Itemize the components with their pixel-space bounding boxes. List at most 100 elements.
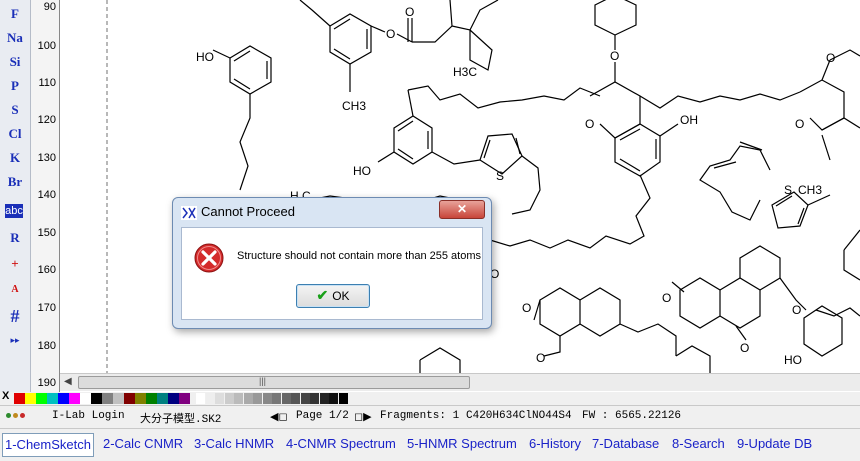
- label-s1: S: [496, 169, 504, 183]
- tool-hash[interactable]: #: [2, 306, 28, 326]
- tab-chemsketch[interactable]: 1-ChemSketch: [2, 433, 94, 457]
- gray-swatch[interactable]: [272, 393, 281, 404]
- tool-fluorine[interactable]: F: [2, 4, 28, 24]
- label-o-ester: O: [386, 27, 395, 41]
- page-prev-icon[interactable]: ◀◻: [270, 410, 288, 424]
- ok-label: OK: [332, 289, 350, 303]
- ruler-tick-label: 100: [37, 40, 56, 52]
- ruler-tick-label: 130: [37, 152, 56, 164]
- tab-database[interactable]: 7-Database: [590, 433, 661, 455]
- ruler-tick-label: 160: [37, 264, 56, 276]
- color-swatch[interactable]: [157, 393, 168, 404]
- checkmark-icon: ✔: [316, 287, 329, 303]
- dialog-title: Cannot Proceed: [201, 204, 295, 219]
- color-swatch[interactable]: [91, 393, 102, 404]
- gray-swatch[interactable]: [196, 393, 205, 404]
- tab-calc-hnmr[interactable]: 3-Calc HNMR: [192, 433, 276, 455]
- color-swatch[interactable]: [14, 393, 25, 404]
- tool-phosphorus[interactable]: P: [2, 76, 28, 96]
- color-swatch[interactable]: [135, 393, 146, 404]
- label-ho3: HO: [784, 353, 802, 367]
- ruler-tick-label: 150: [37, 227, 56, 239]
- label-ho2: HO: [353, 164, 371, 178]
- scrollbar-thumb[interactable]: |||: [78, 376, 470, 389]
- tab-search[interactable]: 8-Search: [670, 433, 727, 455]
- tool-rgroup[interactable]: R: [2, 228, 28, 248]
- gray-swatch[interactable]: [215, 393, 224, 404]
- ruler-tick-label: 90: [43, 1, 56, 13]
- page-next-icon[interactable]: ◻▶: [354, 410, 372, 424]
- dialog-body: Structure should not contain more than 2…: [181, 227, 483, 320]
- color-swatch[interactable]: [146, 393, 157, 404]
- color-swatch[interactable]: [113, 393, 124, 404]
- tool-atom-numbering[interactable]: A: [2, 280, 28, 300]
- toolbar-more-icon[interactable]: ▸▸: [2, 330, 28, 350]
- ruler-tick-label: 120: [37, 114, 56, 126]
- color-swatch[interactable]: [124, 393, 135, 404]
- fragments-count: Fragments: 1: [380, 410, 460, 422]
- ok-button[interactable]: ✔ OK: [296, 284, 370, 308]
- label-ch3: CH3: [342, 99, 366, 113]
- gray-swatch[interactable]: [338, 393, 348, 404]
- label-o-lactone: O: [522, 301, 531, 315]
- gray-swatch[interactable]: [243, 393, 253, 404]
- tool-chlorine[interactable]: Cl: [2, 124, 28, 144]
- gray-swatch[interactable]: [310, 393, 319, 404]
- color-swatch[interactable]: [179, 393, 190, 404]
- ruler-tick-label: 190: [37, 377, 56, 389]
- scroll-left-icon[interactable]: ◀: [64, 376, 72, 387]
- color-swatch[interactable]: [25, 393, 36, 404]
- color-swatch[interactable]: [69, 393, 80, 404]
- login-link[interactable]: I-Lab Login: [52, 410, 125, 422]
- ruler-tick-label: 180: [37, 340, 56, 352]
- label-s2: S: [784, 183, 792, 197]
- color-swatch[interactable]: [168, 393, 179, 404]
- tab-history[interactable]: 6-History: [527, 433, 583, 455]
- gray-swatch[interactable]: [329, 393, 338, 404]
- tool-charge-plus[interactable]: +: [2, 254, 28, 274]
- color-swatch[interactable]: [102, 393, 113, 404]
- tool-text[interactable]: abc: [5, 204, 23, 218]
- label-o-ketone1: O: [662, 291, 671, 305]
- gray-swatch[interactable]: [234, 393, 243, 404]
- grip-icon: |||: [259, 376, 267, 386]
- color-palette: X: [0, 390, 860, 405]
- ruler-tick-label: 110: [38, 77, 56, 89]
- label-h3c: H3C: [453, 65, 477, 79]
- color-swatch[interactable]: [47, 393, 58, 404]
- vertical-ruler: 90 100 110 120 130 140 150 160 170 180 1…: [31, 0, 60, 392]
- tab-calc-cnmr[interactable]: 2-Calc CNMR: [101, 433, 185, 455]
- color-swatch[interactable]: [58, 393, 69, 404]
- ruler-tick-label: 170: [37, 302, 56, 314]
- color-swatch[interactable]: [80, 393, 91, 404]
- label-o-lactone2: O: [536, 351, 545, 365]
- palette-reset-icon[interactable]: X: [2, 390, 9, 402]
- tab-cnmr-spectrum[interactable]: 4-CNMR Spectrum: [284, 433, 398, 455]
- gray-swatch[interactable]: [291, 393, 300, 404]
- gray-swatch[interactable]: [262, 393, 272, 404]
- page-indicator: Page 1/2: [296, 410, 349, 422]
- close-button[interactable]: ✕: [439, 200, 485, 219]
- gray-swatch[interactable]: [281, 393, 291, 404]
- label-o-ring1: O: [585, 117, 594, 131]
- tab-hnmr-spectrum[interactable]: 5-HNMR Spectrum: [405, 433, 519, 455]
- module-tabs: 1-ChemSketch 2-Calc CNMR 3-Calc HNMR 4-C…: [0, 428, 860, 461]
- error-message: Structure should not contain more than 2…: [237, 250, 481, 262]
- label-o-ether: O: [792, 303, 801, 317]
- app-icon: [181, 206, 197, 225]
- error-dialog: Cannot Proceed ✕ Structure should not co…: [172, 197, 492, 329]
- tool-bromine[interactable]: Br: [2, 172, 28, 192]
- tool-silicon[interactable]: Si: [2, 52, 28, 72]
- color-swatch[interactable]: [36, 393, 47, 404]
- horizontal-scrollbar[interactable]: ◀ |||: [60, 373, 860, 391]
- gray-swatch[interactable]: [224, 393, 234, 404]
- gray-swatch[interactable]: [205, 393, 215, 404]
- tab-update-db[interactable]: 9-Update DB: [735, 433, 814, 455]
- gray-swatch[interactable]: [253, 393, 262, 404]
- tool-potassium[interactable]: K: [2, 148, 28, 168]
- tool-sodium[interactable]: Na: [2, 28, 28, 48]
- tool-sulfur[interactable]: S: [2, 100, 28, 120]
- label-o-carbonyl: O: [405, 5, 414, 19]
- gray-swatch[interactable]: [319, 393, 329, 404]
- gray-swatch[interactable]: [300, 393, 310, 404]
